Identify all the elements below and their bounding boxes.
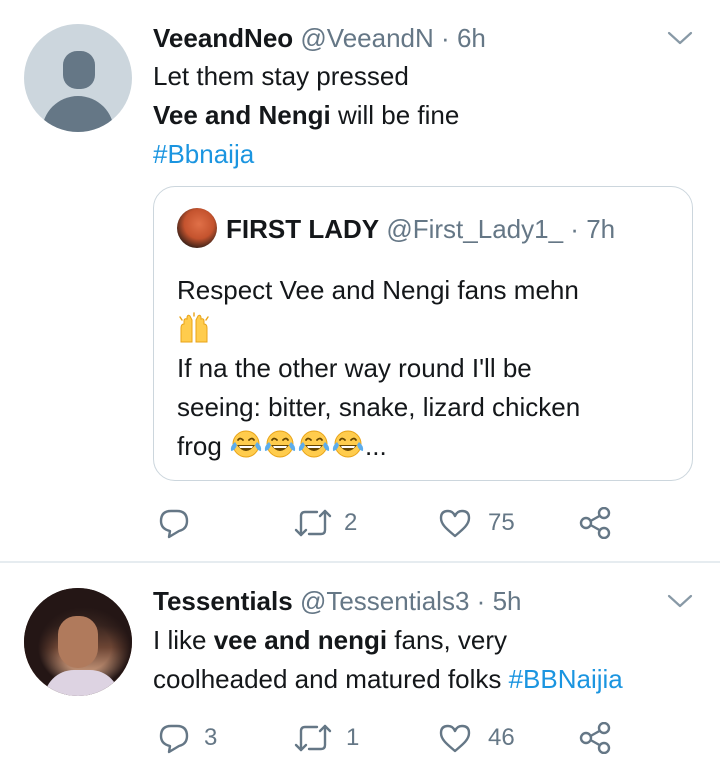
ellipsis: ...	[365, 431, 387, 461]
retweet-count: 1	[346, 724, 360, 751]
tweet-line: Vee and Nengi will be fine	[153, 96, 459, 135]
separator-dot: ·	[476, 586, 486, 616]
reply-button[interactable]	[158, 503, 198, 543]
author-name[interactable]: Tessentials	[153, 586, 293, 616]
author-handle[interactable]: @Tessentials3	[300, 586, 469, 616]
default-profile-icon[interactable]	[24, 24, 132, 132]
tears-of-joy-emoji	[229, 429, 263, 461]
quoted-tweet-text: Respect Vee and Nengi fans mehn If na th…	[177, 271, 677, 466]
tweet-time[interactable]: 5h	[493, 586, 522, 616]
tweet-actions: 2 75	[0, 503, 720, 543]
bold-text: vee and nengi	[213, 625, 388, 655]
like-button[interactable]: 46	[438, 718, 528, 758]
like-button[interactable]: 75	[438, 503, 528, 543]
reply-count: 3	[204, 724, 218, 751]
retweet-button[interactable]: 1	[294, 718, 374, 758]
share-icon	[579, 722, 611, 754]
heart-icon	[439, 724, 471, 753]
tweet-line: coolheaded and matured folks #BBNaijia	[153, 660, 623, 699]
reply-icon	[159, 509, 189, 539]
chevron-down-icon[interactable]	[667, 30, 693, 46]
quote-line: If na the other way round I'll be	[177, 353, 532, 383]
tears-of-joy-emoji	[297, 429, 331, 461]
author-name[interactable]: VeeandNeo	[153, 23, 293, 53]
quote-line: Respect Vee and Nengi fans mehn	[177, 275, 579, 305]
tweet-text: Let them stay pressed Vee and Nengi will…	[153, 57, 459, 174]
retweet-count: 2	[344, 509, 358, 536]
quoted-author-name[interactable]: FIRST LADY	[226, 214, 379, 244]
quoted-tweet-time[interactable]: 7h	[586, 214, 615, 244]
raising-hands-emoji	[179, 312, 209, 343]
text-run: I like	[153, 625, 214, 655]
chevron-down-icon[interactable]	[667, 593, 693, 609]
reply-button[interactable]: 3	[158, 718, 238, 758]
tweet-time[interactable]: 6h	[457, 23, 486, 53]
quoted-author-handle[interactable]: @First_Lady1_	[386, 214, 563, 244]
author-handle[interactable]: @VeeandN	[300, 23, 433, 53]
tweet-line: I like vee and nengi fans, very	[153, 621, 623, 660]
avatar[interactable]	[24, 588, 132, 696]
hashtag-link[interactable]: #BBNaijia	[509, 664, 623, 694]
tears-of-joy-emoji	[331, 429, 365, 461]
retweet-button[interactable]: 2	[294, 503, 374, 543]
like-count: 46	[488, 724, 515, 751]
separator-dot: ·	[441, 23, 450, 53]
text-run: coolheaded and matured folks	[153, 664, 509, 694]
hashtag-link[interactable]: #Bbnaija	[153, 135, 459, 174]
tweet-header: VeeandNeo @VeeandN · 6h	[153, 22, 486, 54]
retweet-icon	[294, 509, 332, 537]
tweet-veeandneo[interactable]: VeeandNeo @VeeandN · 6h Let them stay pr…	[0, 0, 720, 562]
like-count: 75	[488, 509, 515, 536]
avatar[interactable]	[177, 208, 217, 248]
text-run: fans, very	[387, 625, 508, 655]
share-button[interactable]	[578, 718, 618, 758]
retweet-icon	[294, 724, 332, 752]
quote-line	[177, 310, 677, 349]
tweet-actions: 3 1 46	[0, 718, 720, 758]
reply-icon	[159, 724, 189, 754]
tweet-text: I like vee and nengi fans, very coolhead…	[153, 621, 623, 699]
tweet-header: Tessentials @Tessentials3 · 5h	[153, 585, 521, 617]
quoted-tweet-header: FIRST LADY @First_Lady1_ · 7h	[226, 213, 615, 245]
tears-of-joy-emoji	[263, 429, 297, 461]
quoted-tweet[interactable]: FIRST LADY @First_Lady1_ · 7h Respect Ve…	[153, 186, 693, 481]
quote-line: seeing: bitter, snake, lizard chicken	[177, 392, 581, 422]
tweet-tessentials[interactable]: Tessentials @Tessentials3 · 5h I like ve…	[0, 563, 720, 774]
share-icon	[579, 507, 611, 539]
share-button[interactable]	[578, 503, 618, 543]
bold-text: Vee and Nengi	[153, 100, 331, 130]
text-run: will be fine	[330, 100, 460, 130]
quote-line: frog ...	[177, 427, 677, 466]
heart-icon	[439, 509, 471, 538]
text-run: frog	[177, 431, 230, 461]
separator-dot: ·	[570, 214, 579, 244]
tweet-line: Let them stay pressed	[153, 61, 409, 91]
